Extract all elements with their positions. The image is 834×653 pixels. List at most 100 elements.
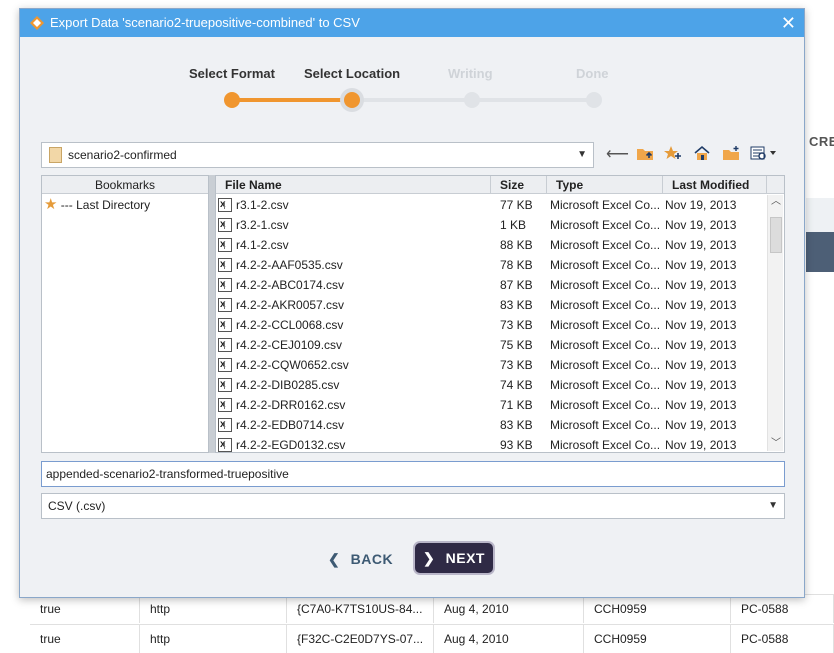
file-modified-cell: Nov 19, 2013 bbox=[665, 235, 765, 255]
home-icon[interactable] bbox=[691, 145, 713, 165]
file-modified-cell-text: Nov 19, 2013 bbox=[665, 418, 737, 432]
file-type-cell: Microsoft Excel Co... bbox=[550, 215, 662, 235]
column-last-modified[interactable]: Last Modified bbox=[663, 176, 767, 194]
file-size-cell-text: 87 KB bbox=[500, 278, 533, 292]
location-combo[interactable]: scenario2-confirmed ▼ bbox=[41, 142, 594, 168]
file-modified-cell-text: Nov 19, 2013 bbox=[665, 338, 737, 352]
dropdown-arrow-icon: ▼ bbox=[577, 149, 587, 160]
scroll-down-icon[interactable]: ﹀ bbox=[768, 437, 784, 451]
file-row[interactable]: r4.2-2-CEJ0109.csv 75 KB Microsoft Excel C… bbox=[216, 335, 768, 355]
step-dot-done bbox=[224, 92, 240, 108]
file-size-cell-text: 1 KB bbox=[500, 218, 527, 232]
scroll-up-icon[interactable]: ︿ bbox=[768, 195, 784, 209]
file-name-cell-text: r4.2-2-CQW0652.csv bbox=[236, 358, 349, 372]
file-name-cell: r4.1-2.csv bbox=[218, 235, 488, 255]
next-label: NEXT bbox=[445, 550, 485, 566]
file-row[interactable]: r3.1-2.csv 77 KB Microsoft Excel Co... Nov … bbox=[216, 195, 768, 215]
file-name-cell: r4.2-2-DIB0285.csv bbox=[218, 375, 488, 395]
file-size-cell: 77 KB bbox=[500, 195, 546, 215]
file-size-cell: 71 KB bbox=[500, 395, 546, 415]
dropdown-arrow-icon: ▼ bbox=[768, 500, 778, 511]
background-cell: CCH0959 bbox=[584, 595, 731, 623]
file-size-cell-text: 73 KB bbox=[500, 358, 533, 372]
file-modified-cell-text: Nov 19, 2013 bbox=[665, 318, 737, 332]
bookmark-last-directory[interactable]: ★ --- Last Directory bbox=[44, 196, 150, 214]
file-modified-cell: Nov 19, 2013 bbox=[665, 335, 765, 355]
file-modified-cell: Nov 19, 2013 bbox=[665, 315, 765, 335]
excel-file-icon bbox=[218, 435, 232, 452]
bookmarks-panel: Bookmarks ★ --- Last Directory bbox=[41, 175, 209, 453]
file-name-cell: r4.2-2-AKR0057.csv bbox=[218, 295, 488, 315]
file-modified-cell: Nov 19, 2013 bbox=[665, 435, 765, 452]
step-select-format: Select Format bbox=[189, 66, 275, 81]
background-row: true http {C7A0-K7TS10US-84... Aug 4, 2010 C… bbox=[30, 594, 834, 623]
file-type-cell-text: Microsoft Excel Co... bbox=[550, 258, 661, 272]
file-row[interactable]: r3.2-1.csv 1 KB Microsoft Excel Co... Nov 1… bbox=[216, 215, 768, 235]
column-type[interactable]: Type bbox=[547, 176, 663, 194]
up-folder-icon[interactable] bbox=[634, 145, 656, 165]
file-modified-cell: Nov 19, 2013 bbox=[665, 215, 765, 235]
new-folder-icon[interactable] bbox=[720, 145, 742, 165]
back-arrow-icon[interactable]: ⟵ bbox=[606, 145, 629, 165]
file-size-cell: 87 KB bbox=[500, 275, 546, 295]
file-row[interactable]: r4.2-2-CQW0652.csv 73 KB Microsoft Excel C… bbox=[216, 355, 768, 375]
file-row[interactable]: r4.2-2-AAF0535.csv 78 KB Microsoft Excel C… bbox=[216, 255, 768, 275]
file-modified-cell-text: Nov 19, 2013 bbox=[665, 378, 737, 392]
add-bookmark-icon[interactable] bbox=[662, 145, 684, 165]
file-type-cell: Microsoft Excel Co... bbox=[550, 275, 662, 295]
next-button[interactable]: ❯ NEXT bbox=[415, 543, 493, 573]
view-menu-icon[interactable] bbox=[748, 145, 782, 165]
file-name-cell: r4.2-2-ABC0174.csv bbox=[218, 275, 488, 295]
file-modified-cell: Nov 19, 2013 bbox=[665, 275, 765, 295]
file-row[interactable]: r4.2-2-ABC0174.csv 87 KB Microsoft Excel C… bbox=[216, 275, 768, 295]
file-size-cell-text: 74 KB bbox=[500, 378, 533, 392]
title-bar: Export Data 'scenario2-truepositive-comb… bbox=[20, 9, 804, 37]
file-name-cell-text: r4.2-2-AKR0057.csv bbox=[236, 298, 345, 312]
file-type-cell: Microsoft Excel Co... bbox=[550, 255, 662, 275]
step-done: Done bbox=[576, 66, 609, 81]
column-file-name[interactable]: File Name bbox=[216, 176, 491, 194]
file-type-cell: Microsoft Excel Co... bbox=[550, 315, 662, 335]
scroll-thumb[interactable] bbox=[770, 217, 782, 253]
file-type-value: CSV (.csv) bbox=[48, 499, 106, 513]
background-cell: PC-0588 bbox=[731, 625, 834, 653]
file-size-cell: 73 KB bbox=[500, 355, 546, 375]
file-row[interactable]: r4.2-2-DIB0285.csv 74 KB Microsoft Excel C… bbox=[216, 375, 768, 395]
column-size[interactable]: Size bbox=[491, 176, 547, 194]
file-row[interactable]: r4.2-2-EGD0132.csv 93 KB Microsoft Excel C… bbox=[216, 435, 768, 452]
file-name-cell: r4.2-2-CEJ0109.csv bbox=[218, 335, 488, 355]
file-type-cell: Microsoft Excel Co... bbox=[550, 375, 662, 395]
file-name-cell: r4.2-2-CQW0652.csv bbox=[218, 355, 488, 375]
file-row[interactable]: r4.2-2-DRR0162.csv 71 KB Microsoft Excel C… bbox=[216, 395, 768, 415]
location-text: scenario2-confirmed bbox=[68, 148, 177, 162]
file-size-cell: 74 KB bbox=[500, 375, 546, 395]
file-table-header: File Name Size Type Last Modified bbox=[216, 176, 784, 194]
file-size-cell: 78 KB bbox=[500, 255, 546, 275]
file-modified-cell: Nov 19, 2013 bbox=[665, 195, 765, 215]
file-name-cell: r4.2-2-EGD0132.csv bbox=[218, 435, 488, 452]
file-row[interactable]: r4.1-2.csv 88 KB Microsoft Excel Co... Nov … bbox=[216, 235, 768, 255]
close-icon[interactable]: ✕ bbox=[781, 9, 796, 37]
file-name-cell: r3.1-2.csv bbox=[218, 195, 488, 215]
file-size-cell-text: 73 KB bbox=[500, 318, 533, 332]
file-size-cell: 93 KB bbox=[500, 435, 546, 452]
file-type-cell-text: Microsoft Excel Co... bbox=[550, 318, 661, 332]
file-type-cell: Microsoft Excel Co... bbox=[550, 355, 662, 375]
excel-file-icon bbox=[218, 355, 232, 375]
filename-input[interactable] bbox=[41, 461, 785, 487]
file-row[interactable]: r4.2-2-CCL0068.csv 73 KB Microsoft Excel C… bbox=[216, 315, 768, 335]
back-button[interactable]: ❮ BACK bbox=[328, 547, 398, 571]
file-name-cell-text: r4.2-2-AAF0535.csv bbox=[236, 258, 343, 272]
file-size-cell: 73 KB bbox=[500, 315, 546, 335]
excel-file-icon bbox=[218, 215, 232, 235]
file-type-cell-text: Microsoft Excel Co... bbox=[550, 198, 661, 212]
file-row[interactable]: r4.2-2-EDB0714.csv 83 KB Microsoft Excel C… bbox=[216, 415, 768, 435]
file-type-select[interactable]: CSV (.csv) ▼ bbox=[41, 493, 785, 519]
export-dialog: Export Data 'scenario2-truepositive-comb… bbox=[19, 8, 805, 598]
file-type-cell: Microsoft Excel Co... bbox=[550, 335, 662, 355]
file-table: File Name Size Type Last Modified r3.1-2… bbox=[215, 175, 785, 453]
excel-file-icon bbox=[218, 295, 232, 315]
file-scrollbar[interactable]: ︿ ﹀ bbox=[767, 195, 783, 451]
file-row[interactable]: r4.2-2-AKR0057.csv 83 KB Microsoft Excel C… bbox=[216, 295, 768, 315]
file-type-cell-text: Microsoft Excel Co... bbox=[550, 398, 661, 412]
